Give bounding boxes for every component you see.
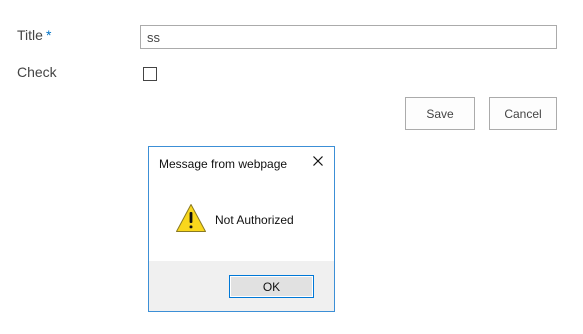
close-icon[interactable] (310, 153, 326, 169)
cancel-button[interactable]: Cancel (489, 97, 557, 130)
check-checkbox[interactable] (143, 67, 157, 81)
dialog-title: Message from webpage (159, 157, 288, 171)
check-field-label: Check (17, 64, 57, 80)
message-dialog: Message from webpage Not Authorized OK (148, 146, 335, 312)
dialog-footer: OK (149, 261, 334, 311)
dialog-message: Not Authorized (215, 213, 294, 227)
required-marker: * (45, 27, 52, 43)
title-field-label: Title * (17, 27, 51, 43)
dialog-body: Not Authorized (149, 181, 334, 261)
save-button[interactable]: Save (405, 97, 475, 130)
title-label-text: Title (17, 27, 43, 43)
title-input[interactable] (140, 25, 557, 49)
warning-icon (175, 203, 207, 233)
ok-button[interactable]: OK (229, 275, 314, 298)
